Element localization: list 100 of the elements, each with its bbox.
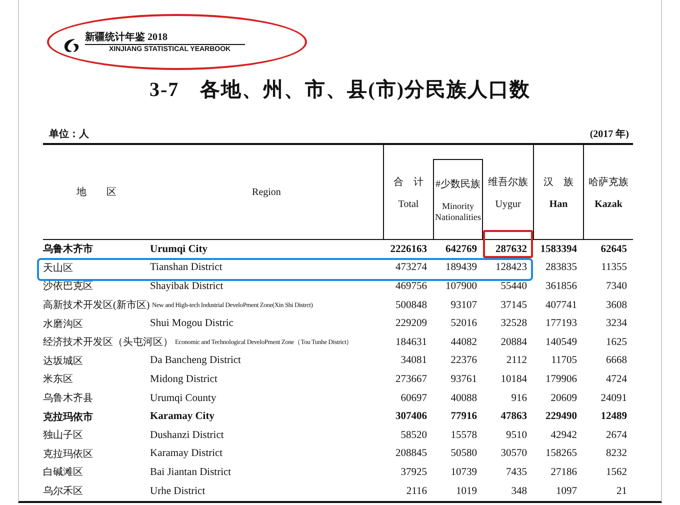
region-cn-cell-text: 沙依巴克区 [43,280,94,294]
column-header: Minority Nationalities [434,200,482,222]
region-en-cell-text: Urumqi City [150,244,208,255]
region-en-cell-text: Urhe District [150,486,206,497]
number-cell-text: 7340 [606,280,628,292]
number-cell-text: 283835 [546,262,578,274]
number-cell-text: 37145 [500,300,528,311]
column-header: 地 区 [76,186,116,199]
region-en-cell-text: Bai Jiantan District [150,466,232,478]
region-cn-cell-text: 克拉玛依市 [43,410,94,424]
column-header: 维吾尔族 [488,176,528,188]
number-cell-text: 93107 [450,300,478,311]
region-cn-cell-text: 乌尔禾区 [43,484,84,498]
region-cn-cell-text: 乌鲁木齐市 [43,242,94,256]
region-en-cell-text: Da Bancheng District [150,355,242,366]
number-cell-text: 500848 [396,300,428,311]
number-cell-text: 1583394 [540,244,578,255]
column-header: Region [252,186,281,198]
column-header: Kazak [594,198,622,210]
number-cell-text: 34081 [400,355,428,366]
number-cell-text: 77916 [450,411,478,422]
region-cn-cell-text: 水磨沟区 [43,318,84,331]
year-label: (2017 年) [590,128,629,141]
number-cell-text: 8232 [606,448,628,460]
number-cell-text: 128423 [496,262,528,274]
number-cell-text: 42942 [550,430,578,441]
number-cell-text: 55440 [500,280,528,292]
number-cell-text: 348 [511,486,528,497]
number-cell-text: 47863 [500,411,528,422]
number-cell-text: 2116 [406,486,428,497]
number-cell-text: 1097 [556,486,578,497]
region-cn-cell-text: 达坂城区 [43,354,84,368]
number-cell-text: 140549 [546,336,578,348]
number-cell-text: 52016 [450,318,478,330]
number-cell-text: 21 [616,486,628,497]
number-cell-text: 20609 [550,392,578,404]
region-en-cell-text: Shayibak District [150,280,224,292]
column-header: Total [398,198,419,210]
column-header: 合 计 [394,176,424,188]
number-cell-text: 15578 [450,430,478,441]
number-cell-text: 11705 [551,355,578,366]
number-cell-text: 229209 [396,318,428,330]
number-cell-text: 44082 [450,336,478,348]
column-header: #少数民族 [436,178,480,190]
column-header: 哈萨克族 [588,176,628,188]
column-header: 汉 族 [544,176,574,188]
number-cell-text: 208845 [396,448,428,460]
number-cell-text: 40088 [450,392,478,404]
number-cell-text: 361856 [546,280,578,292]
region-cn-cell-text: 独山子区 [43,428,84,442]
number-cell-text: 7435 [506,466,528,478]
number-cell-text: 287632 [496,244,528,255]
number-cell-text: 62645 [600,244,628,255]
number-cell-text: 37925 [400,466,428,478]
number-cell-text: 177193 [546,318,578,330]
number-cell-text: 12489 [600,411,628,422]
number-cell-text: 10739 [450,466,478,478]
number-cell-text: 93761 [450,374,478,385]
number-cell-text: 179906 [546,374,578,385]
number-cell-text: 22376 [450,355,478,366]
number-cell-text: 6668 [606,355,628,366]
number-cell-text: 473274 [396,262,428,274]
number-cell-text: 916 [511,392,528,404]
number-cell-text: 107900 [446,280,478,292]
number-cell-text: 60697 [400,392,428,404]
number-cell-text: 158265 [546,448,578,460]
number-cell-text: 2226163 [390,244,428,255]
region-en-cell-text: Dushanzi District [150,430,225,441]
number-cell-text: 1562 [606,466,628,478]
number-cell-text: 307406 [396,411,428,422]
region-cn-cell-text: 克拉玛依区 [43,448,94,461]
region-cn-cell-text: 米东区 [43,372,74,386]
column-header: Han [549,198,568,210]
column-header: Uygur [495,198,521,210]
number-cell-text: 229490 [546,411,578,422]
table-title: 3-7 各地、州、市、县(市)分民族人口数 [148,78,532,103]
number-cell-text: 3608 [606,300,628,311]
number-cell-text: 642769 [446,244,478,255]
number-cell-text: 24091 [600,392,628,404]
number-cell-text: 189439 [446,262,478,274]
number-cell-text: 10184 [500,374,528,385]
number-cell-text: 2112 [506,355,528,366]
number-cell-text: 2674 [606,430,628,441]
number-cell-text: 273667 [396,374,428,385]
number-cell-text: 3234 [606,318,628,330]
region-cn-cell-text: 白碱滩区 [43,466,84,480]
number-cell-text: 469756 [396,280,428,292]
region-en-cell-text: Urumqi County [150,392,218,404]
region-en-cell-text: Tianshan District [150,262,224,274]
number-cell-text: 4724 [606,374,628,385]
number-cell-text: 58520 [400,430,428,441]
number-cell-text: 11355 [601,262,628,274]
region-en-cell-text: Shui Mogou Distric [150,318,234,330]
number-cell-text: 27186 [550,466,578,478]
region-en-cell-text: Karamay District [150,448,224,460]
number-cell-text: 32528 [500,318,528,330]
region-en-cell-text: Midong District [150,374,218,385]
region-cn-cell-text: 经济技术开发区（头屯河区） [43,336,173,350]
number-cell-text: 9510 [506,430,528,441]
region-cn-cell-text: 天山区 [43,262,74,275]
